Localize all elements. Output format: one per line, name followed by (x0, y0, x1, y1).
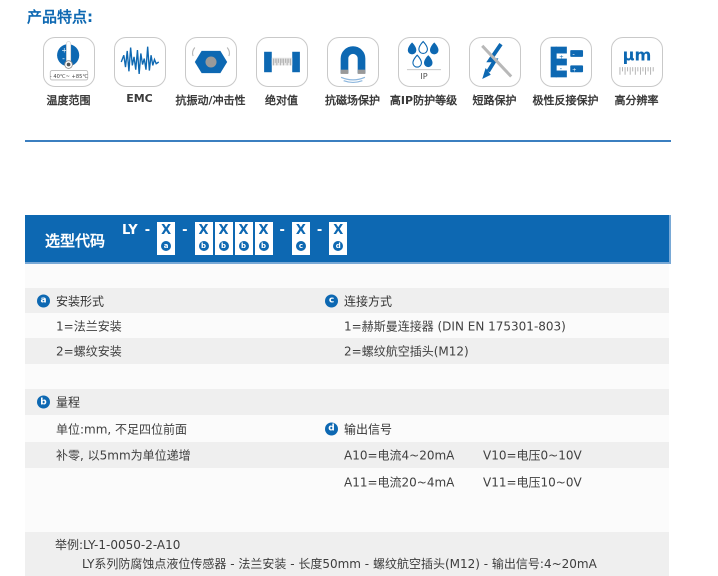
option-row: A11=电流20~4mA V11=电压10~0V (25, 468, 669, 495)
code-box-d: Xd (329, 222, 347, 255)
feature-ip-rating: IP 高IP防护等级 (388, 37, 459, 108)
option-row: 单位:mm, 不足四位前面 d 输出信号 (25, 415, 669, 442)
no-short-circuit-icon (469, 37, 521, 87)
option-row: 1=法兰安装 1=赫斯曼连接器 (DIN EN 175301-803) (25, 313, 669, 338)
feature-label: 极性反接保护 (533, 92, 599, 108)
polarity-connector-icon: + - - + (540, 37, 592, 87)
option-row: 补零, 以5mm为单位递增 A10=电流4~20mA V10=电压0~10V (25, 442, 669, 468)
temperature-range-icon: + - - 40℃~ +85℃ (43, 37, 95, 87)
ip-water-drops-icon: IP (398, 37, 450, 87)
feature-absolute-value: 绝对值 (246, 37, 317, 108)
code-box-b: Xb (235, 222, 253, 255)
feature-label: 高分辨率 (615, 92, 659, 108)
feature-high-resolution: µm 高分辨率 (601, 37, 672, 108)
svg-text:- 40℃~ +85℃: - 40℃~ +85℃ (49, 74, 87, 80)
code-pattern: LY - Xa - Xb Xb Xb Xb - Xc - Xd (122, 222, 347, 255)
badge-b: b (37, 396, 50, 409)
code-dash: - (280, 222, 285, 240)
section-d-title: 输出信号 (344, 420, 392, 437)
badge-d: d (325, 422, 338, 435)
absolute-ruler-icon (256, 37, 308, 87)
svg-text:IP: IP (420, 71, 427, 81)
code-dash: - (182, 222, 187, 240)
mounting-option-2: 2=螺纹安装 (56, 343, 122, 360)
feature-label: 温度范围 (47, 92, 91, 108)
connection-option-2: 2=螺纹航空插头(M12) (344, 343, 469, 360)
example-description: LY系列防腐蚀点液位传感器 - 法兰安装 - 长度50mm - 螺纹航空插头(M… (82, 555, 597, 572)
feature-temperature-range: + - - 40℃~ +85℃ 温度范围 (33, 37, 104, 108)
output-option-v10: V10=电压0~10V (483, 447, 582, 464)
feature-label: EMC (126, 92, 153, 105)
section-divider (25, 140, 671, 142)
output-option-a10: A10=电流4~20mA (344, 447, 454, 464)
mounting-option-1: 1=法兰安装 (56, 317, 122, 334)
example-block: 举例:LY-1-0050-2-A10 LY系列防腐蚀点液位传感器 - 法兰安装 … (25, 532, 669, 576)
option-row: 2=螺纹安装 2=螺纹航空插头(M12) (25, 338, 669, 364)
section-header-row-b: b 量程 (25, 389, 669, 415)
section-header-row-ac: a 安装形式 c 连接方式 (25, 288, 669, 313)
badge-a: a (37, 294, 50, 307)
code-box-b: Xb (195, 222, 213, 255)
code-box-b: Xb (215, 222, 233, 255)
feature-label: 抗振动/冲击性 (175, 92, 245, 108)
output-option-a11: A11=电流20~4mA (344, 473, 454, 490)
section-b-title: 量程 (56, 394, 80, 411)
feature-emc: EMC (104, 37, 175, 108)
example-code: 举例:LY-1-0050-2-A10 (55, 536, 180, 553)
svg-text:+: + (571, 67, 576, 73)
output-option-v11: V11=电压10~0V (483, 473, 582, 490)
section-a-title: 安装形式 (56, 292, 104, 309)
svg-text:-: - (62, 54, 65, 63)
code-box-b: Xb (255, 222, 273, 255)
emc-waveform-icon (114, 37, 166, 87)
features-title: 产品特点: (27, 6, 93, 27)
feature-reverse-polarity-protection: + - - + 极性反接保护 (530, 37, 601, 108)
micrometer-resolution-icon: µm (611, 37, 663, 87)
range-note-line2: 补零, 以5mm为单位递增 (56, 447, 191, 464)
code-dash: - (145, 222, 150, 240)
feature-icons-row: + - - 40℃~ +85℃ 温度范围 EMC (33, 37, 672, 108)
section-c-title: 连接方式 (344, 292, 392, 309)
feature-label: 绝对值 (265, 92, 298, 108)
code-prefix: LY (122, 222, 138, 240)
code-box-group-b: Xb Xb Xb Xb (195, 222, 273, 255)
feature-label: 抗磁场保护 (325, 92, 380, 108)
feature-magnetic-field-protection: 抗磁场保护 (317, 37, 388, 108)
svg-text:+: + (559, 54, 564, 60)
code-box-a: Xa (157, 222, 175, 255)
feature-short-circuit-protection: 短路保护 (459, 37, 530, 108)
magnet-icon (327, 37, 379, 87)
hex-nut-vibration-icon (185, 37, 237, 87)
badge-c: c (325, 294, 338, 307)
range-note-line1: 单位:mm, 不足四位前面 (56, 420, 187, 437)
connection-option-1: 1=赫斯曼连接器 (DIN EN 175301-803) (344, 317, 566, 334)
code-box-c: Xc (292, 222, 310, 255)
feature-vibration-shock: 抗振动/冲击性 (175, 37, 246, 108)
feature-label: 高IP防护等级 (390, 92, 457, 108)
selection-code-title: 选型代码 (45, 230, 105, 251)
svg-text:µm: µm (622, 45, 651, 64)
selection-code-bar: 选型代码 LY - Xa - Xb Xb Xb Xb - Xc - Xd (25, 215, 671, 264)
feature-label: 短路保护 (473, 92, 517, 108)
code-dash: - (317, 222, 322, 240)
